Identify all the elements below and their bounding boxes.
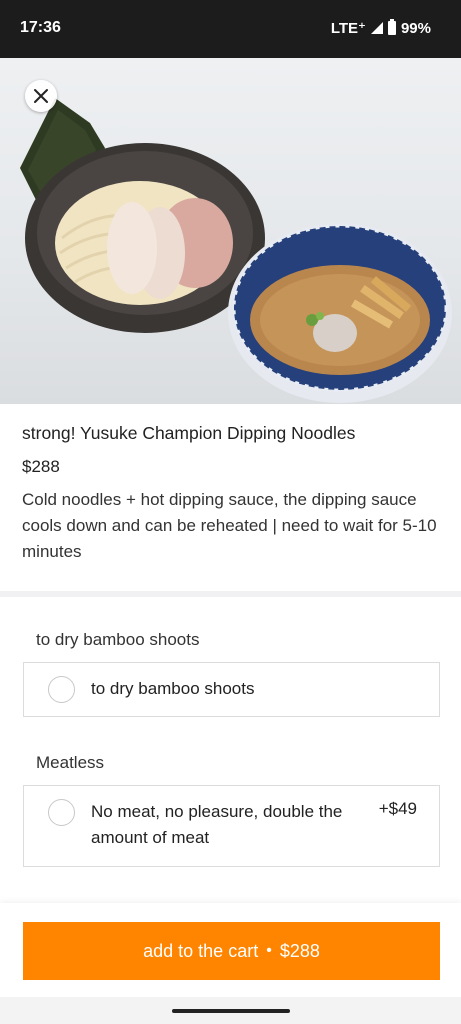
product-price: $288 — [22, 456, 60, 476]
separator-dot: • — [266, 942, 272, 959]
battery-icon — [387, 19, 396, 35]
status-bar: 17:36 LTE⁺ 99% — [0, 0, 461, 58]
status-indicators: LTE⁺ 99% — [331, 19, 431, 37]
bottom-action-bar: add to the cart • $288 — [0, 903, 461, 997]
product-title: strong! Yusuke Champion Dipping Noodles — [22, 423, 356, 443]
option-price: +$49 — [378, 799, 417, 818]
home-indicator[interactable] — [172, 1009, 290, 1013]
option-item[interactable]: No meat, no pleasure, double the amount … — [23, 785, 440, 867]
battery-level: 99% — [400, 19, 431, 37]
system-nav-bar — [0, 997, 461, 1024]
product-image — [0, 58, 461, 404]
option-label: No meat, no pleasure, double the amount … — [91, 802, 343, 848]
add-to-cart-price: $288 — [279, 940, 320, 961]
close-button[interactable] — [25, 80, 57, 112]
section-divider — [0, 591, 461, 597]
signal-icon — [370, 22, 383, 34]
network-type: LTE⁺ — [330, 20, 366, 37]
radio-button[interactable] — [48, 676, 75, 703]
product-info: strong! Yusuke Champion Dipping Noodles … — [0, 404, 461, 566]
option-label: to dry bamboo shoots — [91, 679, 255, 698]
product-description: Cold noodles + hot dipping sauce, the di… — [22, 489, 437, 562]
add-to-cart-button[interactable]: add to the cart • $288 — [23, 922, 440, 980]
add-to-cart-label: add to the cart — [143, 940, 259, 961]
option-group-title: to dry bamboo shoots — [36, 630, 200, 649]
radio-button[interactable] — [48, 799, 75, 826]
close-icon — [34, 89, 48, 103]
noodle-dish-illustration — [20, 98, 452, 403]
option-item[interactable]: to dry bamboo shoots — [23, 662, 440, 717]
status-time: 17:36 — [20, 19, 61, 36]
option-group-title: Meatless — [36, 753, 105, 772]
